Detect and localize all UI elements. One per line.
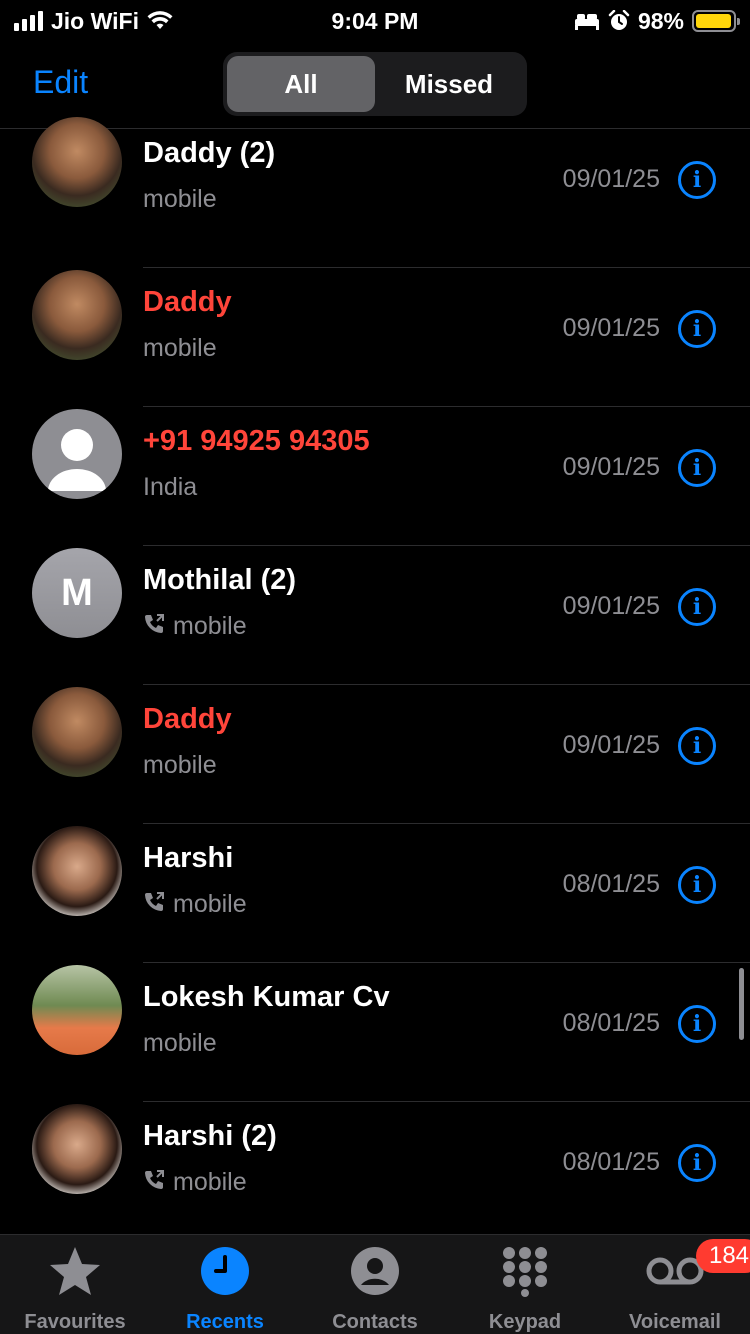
call-row[interactable]: Lokesh Kumar Cv mobile 08/01/25 i (0, 963, 750, 1102)
alarm-icon (608, 10, 630, 30)
status-left: Jio WiFi (14, 8, 173, 35)
contact-avatar (32, 117, 122, 207)
info-icon[interactable]: i (678, 1005, 716, 1043)
tab-voicemail[interactable]: 184 Voicemail (600, 1235, 750, 1334)
contact-avatar (32, 270, 122, 360)
info-icon[interactable]: i (678, 588, 716, 626)
call-row[interactable]: Daddy (2) mobile 09/01/25 i (0, 117, 750, 268)
tab-bar: Favourites Recents Contacts Keypad 184 V… (0, 1234, 750, 1334)
contact-avatar: M (32, 548, 122, 638)
contact-avatar (32, 826, 122, 916)
info-icon[interactable]: i (678, 1144, 716, 1182)
call-type-label: mobile (173, 612, 247, 640)
call-date: 09/01/25 (562, 314, 660, 342)
caller-name: +91 94925 94305 (143, 425, 370, 457)
call-type: mobile (143, 1168, 247, 1197)
star-icon (48, 1245, 102, 1297)
call-type-label: mobile (173, 1168, 247, 1196)
tab-label: Keypad (488, 1311, 562, 1333)
carrier-label: Jio WiFi (51, 7, 139, 34)
recents-list: Daddy (2) mobile 09/01/25 i Daddy mobile 09/01… (0, 117, 750, 1241)
status-right: 98% (574, 7, 740, 35)
call-row[interactable]: Harshi (2) mobile 08/01/25 i (0, 1102, 750, 1241)
call-type-label: mobile (143, 185, 217, 213)
contact-avatar (32, 965, 122, 1055)
caller-name: Harshi (143, 842, 234, 874)
scroll-indicator[interactable] (739, 968, 744, 1040)
segment-all[interactable]: All (227, 56, 375, 112)
call-type: mobile (143, 612, 247, 641)
tab-recents[interactable]: Recents (150, 1235, 300, 1334)
caller-name: Daddy (2) (143, 137, 276, 169)
call-row[interactable]: +91 94925 94305 India 09/01/25 i (0, 407, 750, 546)
info-icon[interactable]: i (678, 727, 716, 765)
call-row[interactable]: M Mothilal (2) mobile 09/01/25 i (0, 546, 750, 685)
contact-avatar (32, 409, 122, 499)
signal-icon (14, 11, 43, 31)
tab-label: Recents (186, 1311, 264, 1333)
keypad-icon (499, 1245, 551, 1297)
call-date: 09/01/25 (562, 453, 660, 481)
outgoing-call-icon (143, 891, 165, 919)
contact-avatar (32, 1104, 122, 1194)
caller-name: Daddy (143, 703, 232, 735)
tab-label: Voicemail (629, 1311, 721, 1333)
call-type-label: mobile (143, 751, 217, 779)
tab-favourites[interactable]: Favourites (0, 1235, 150, 1334)
call-type-label: mobile (173, 890, 247, 918)
bed-icon (574, 14, 599, 30)
edit-button[interactable]: Edit (33, 64, 88, 101)
call-date: 08/01/25 (562, 1148, 660, 1176)
caller-name: Harshi (2) (143, 1120, 277, 1152)
call-type: mobile (143, 185, 217, 214)
contact-avatar (32, 687, 122, 777)
info-icon[interactable]: i (678, 866, 716, 904)
tab-label: Contacts (332, 1311, 418, 1333)
tab-contacts[interactable]: Contacts (300, 1235, 450, 1334)
tab-keypad[interactable]: Keypad (450, 1235, 600, 1334)
call-type: mobile (143, 1029, 217, 1058)
call-date: 08/01/25 (562, 870, 660, 898)
call-type: mobile (143, 890, 247, 919)
call-type: mobile (143, 751, 217, 780)
battery-icon (692, 10, 740, 32)
call-date: 09/01/25 (562, 592, 660, 620)
call-date: 09/01/25 (562, 165, 660, 193)
info-icon[interactable]: i (678, 161, 716, 199)
call-filter-segmented-control: All Missed (223, 52, 527, 116)
call-date: 08/01/25 (562, 1009, 660, 1037)
call-type: India (143, 473, 197, 502)
avatar-initial: M (61, 571, 93, 614)
clock-icon (200, 1245, 250, 1297)
segment-missed[interactable]: Missed (375, 56, 523, 112)
caller-name: Mothilal (2) (143, 564, 297, 596)
call-type-label: India (143, 473, 198, 501)
outgoing-call-icon (143, 613, 165, 641)
info-icon[interactable]: i (678, 310, 716, 348)
battery-percent: 98% (637, 7, 684, 34)
nav-bar: Edit All Missed (0, 42, 750, 128)
battery-fill (696, 14, 732, 28)
call-type-label: mobile (143, 334, 217, 362)
phone-recents-screen: Jio WiFi 9:04 PM 98% Edit All Missed Dad… (0, 0, 750, 1334)
call-date: 09/01/25 (562, 731, 660, 759)
tab-label: Favourites (24, 1311, 126, 1333)
info-icon[interactable]: i (678, 449, 716, 487)
outgoing-call-icon (143, 1169, 165, 1197)
call-type-label: mobile (143, 1029, 217, 1057)
call-type: mobile (143, 334, 217, 363)
call-row[interactable]: Daddy mobile 09/01/25 i (0, 268, 750, 407)
caller-name: Lokesh Kumar Cv (143, 981, 390, 1013)
call-row[interactable]: Daddy mobile 09/01/25 i (0, 685, 750, 824)
wifi-icon (147, 11, 173, 29)
voicemail-badge: 184 (696, 1239, 750, 1273)
person-circle-icon (350, 1245, 400, 1297)
status-bar: Jio WiFi 9:04 PM 98% (0, 0, 750, 42)
caller-name: Daddy (143, 286, 232, 318)
call-row[interactable]: Harshi mobile 08/01/25 i (0, 824, 750, 963)
